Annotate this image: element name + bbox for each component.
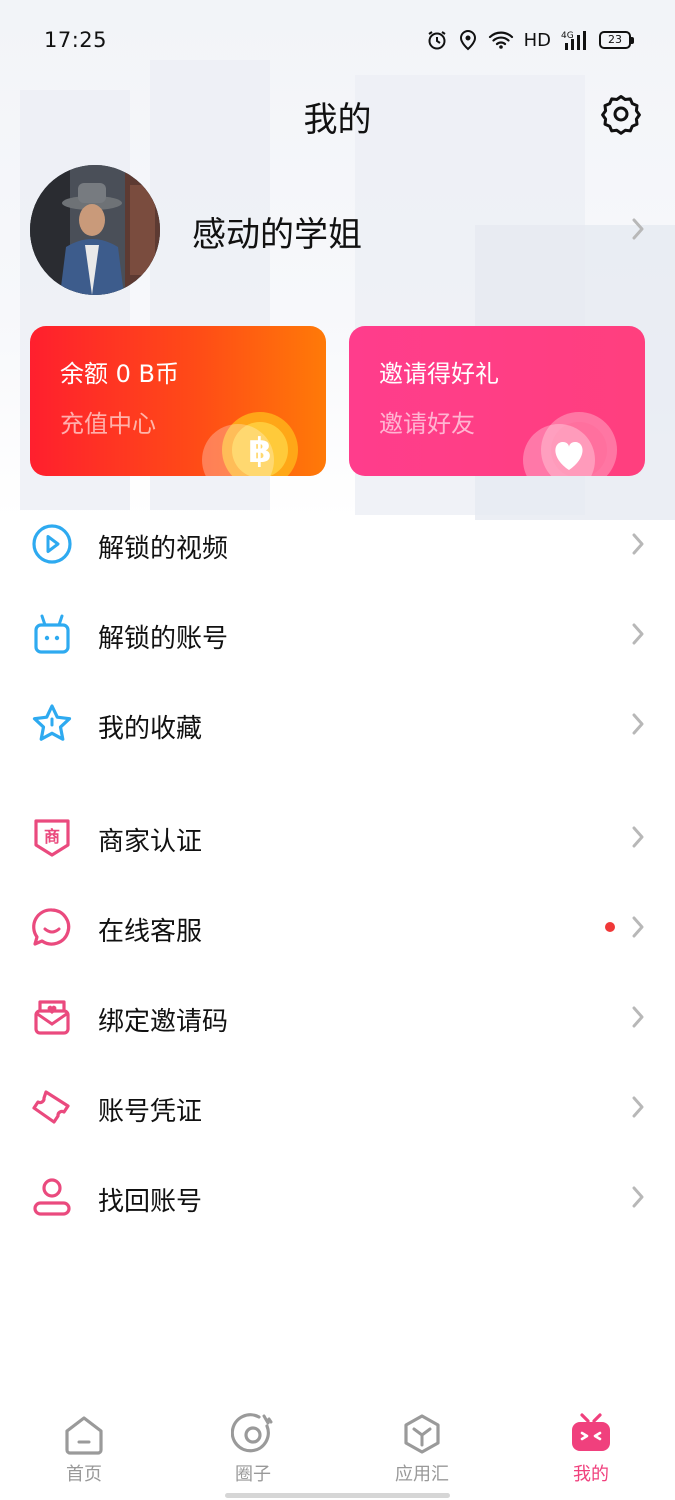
menu-label: 找回账号 (98, 1187, 203, 1217)
status-icons: HD 4G 23 (426, 29, 634, 51)
chevron-right-icon (632, 1006, 644, 1028)
notification-dot (605, 922, 615, 932)
page-title: 我的 (303, 100, 372, 140)
menu-label: 账号凭证 (98, 1097, 203, 1127)
chevron-right-icon (632, 623, 644, 645)
status-bar: 17:25 HD 4G 23 (0, 0, 675, 80)
username: 感动的学姐 (192, 215, 362, 255)
balance-title: 余额 0 B币 (60, 360, 179, 388)
circle-icon (231, 1413, 273, 1453)
invite-friends-link[interactable]: 邀请好友 (379, 404, 475, 439)
chevron-right-icon (632, 826, 644, 848)
tab-mine[interactable]: 我的 (536, 1412, 646, 1492)
location-icon (459, 29, 476, 51)
tv-face-icon (572, 1413, 610, 1451)
signal-icon: 4G (561, 31, 586, 50)
tab-label: 应用汇 (395, 1464, 449, 1485)
coin-icon: ฿ (202, 412, 298, 476)
menu-label: 商家认证 (98, 827, 203, 857)
menu-item-unlocked-videos[interactable]: 解锁的视频 (0, 499, 675, 589)
tab-home[interactable]: 首页 (29, 1412, 139, 1492)
tab-label: 我的 (573, 1464, 609, 1485)
chevron-right-icon (632, 218, 644, 240)
alarm-icon (428, 31, 446, 50)
invite-card[interactable]: 邀请得好礼 邀请好友 (349, 326, 645, 476)
merchant-badge-text: 商 (43, 827, 60, 846)
menu-item-account-credential[interactable]: 账号凭证 (0, 1062, 675, 1152)
tab-circle[interactable]: 圈子 (198, 1412, 308, 1492)
balance-card[interactable]: 余额 0 B币 充值中心 ฿ (30, 326, 326, 476)
menu-item-favorites[interactable]: 我的收藏 (0, 679, 675, 769)
tab-label: 圈子 (235, 1464, 271, 1485)
wifi-icon (488, 31, 513, 49)
menu-item-recover-account[interactable]: 找回账号 (0, 1152, 675, 1242)
star-icon (32, 704, 72, 741)
bottom-tab-bar: 首页 圈子 应用汇 我的 (0, 1400, 675, 1500)
menu-item-merchant-verification[interactable]: 商 商家认证 (0, 792, 675, 882)
heart-icon (523, 412, 617, 476)
menu-label: 解锁的视频 (98, 534, 229, 564)
gear-icon (601, 95, 641, 135)
play-circle-icon (32, 524, 72, 564)
chevron-right-icon (632, 916, 644, 938)
menu-item-unlocked-accounts[interactable]: 解锁的账号 (0, 589, 675, 679)
menu-label: 绑定邀请码 (98, 1007, 229, 1037)
home-indicator (225, 1493, 450, 1498)
avatar-image (30, 165, 160, 295)
chevron-right-icon (632, 1096, 644, 1118)
invite-title: 邀请得好礼 (379, 360, 499, 388)
avatar[interactable] (30, 165, 160, 295)
ticket-icon (32, 1090, 70, 1124)
status-time: 17:25 (44, 28, 108, 52)
settings-button[interactable] (599, 92, 643, 136)
bag-icon (34, 614, 70, 654)
profile-row[interactable]: 感动的学姐 (30, 165, 645, 295)
cube-icon (404, 1414, 440, 1454)
menu-label: 解锁的账号 (98, 624, 229, 654)
menu-label: 在线客服 (98, 917, 203, 947)
chevron-right-icon (632, 1186, 644, 1208)
menu-label: 我的收藏 (98, 714, 203, 744)
merchant-badge-icon: 商 (30, 815, 74, 859)
page-header: 我的 (0, 80, 675, 150)
user-icon (33, 1178, 71, 1216)
wallet-cards: 余额 0 B币 充值中心 ฿ 邀请得好礼 邀请好友 (30, 326, 645, 476)
tab-label: 首页 (66, 1464, 102, 1485)
menu-item-customer-service[interactable]: 在线客服 (0, 882, 675, 972)
menu-item-bind-invite-code[interactable]: 绑定邀请码 (0, 972, 675, 1062)
svg-text:฿: ฿ (248, 431, 272, 471)
envelope-icon (34, 1000, 70, 1035)
chat-icon (32, 908, 71, 946)
chevron-right-icon (632, 533, 644, 555)
home-icon (65, 1416, 103, 1455)
recharge-center-link[interactable]: 充值中心 (60, 404, 156, 439)
network-label: HD (523, 29, 551, 51)
battery-indicator: 23 (599, 31, 634, 49)
chevron-right-icon (632, 713, 644, 735)
tab-app-hub[interactable]: 应用汇 (367, 1412, 477, 1492)
